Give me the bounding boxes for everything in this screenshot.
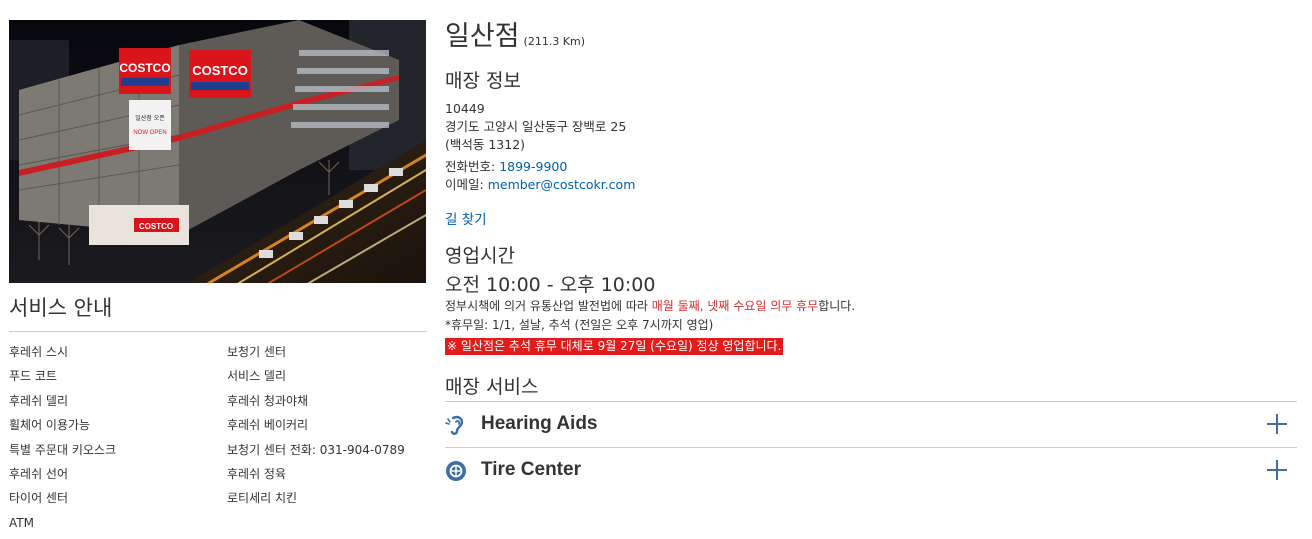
hearing-icon — [445, 414, 467, 436]
store-address: 10449 경기도 고양시 일산동구 장백로 25 (백석동 1312) — [445, 100, 1297, 154]
email-label: 이메일: — [445, 177, 484, 192]
service-item: 휠체어 이용가능 — [9, 418, 91, 433]
email-row: 이메일: member@costcokr.com — [445, 176, 1297, 194]
service-item: 후레쉬 청과야채 — [227, 393, 309, 408]
sign-brand-left: COSTCO — [119, 61, 170, 75]
hours-main: 오전 10:00 - 오후 10:00 — [445, 274, 656, 296]
service-item: 특별 주문대 키오스크 — [9, 442, 116, 457]
service-item: 후레쉬 정육 — [227, 466, 287, 481]
address-line-1: 경기도 고양시 일산동구 장백로 25 — [445, 119, 627, 134]
expand-plus-icon[interactable] — [1265, 412, 1289, 436]
service-row-hearing-aids[interactable]: Hearing Aids — [445, 401, 1297, 447]
closure-notice-prefix: 정부시책에 의거 유통산업 발전법에 따라 — [445, 299, 652, 313]
tire-icon — [445, 460, 467, 482]
service-item: 보청기 센터 전화: 031-904-0789 — [227, 442, 405, 457]
store-details: 일산점 (211.3 Km) 매장 정보 10449 경기도 고양시 일산동구 장… — [445, 14, 1297, 493]
service-item: 보청기 센터 — [227, 345, 287, 359]
phone-label: 전화번호: — [445, 159, 496, 174]
service-item: ATM — [9, 515, 34, 530]
services-column-2: 보청기 센터 서비스 델리 후레쉬 청과야채 후레쉬 베이커리 보청기 센터 전… — [227, 344, 405, 515]
phone-row: 전화번호: 1899-9900 — [445, 158, 1297, 176]
store-title: 일산점 (211.3 Km) — [445, 14, 1297, 54]
store-photo: COSTCO COSTCO 일산점 오픈 NOW OPEN COSTCO — [9, 20, 426, 283]
contact-info: 전화번호: 1899-9900 이메일: member@costcokr.com — [445, 158, 1297, 194]
service-item: 후레쉬 선어 — [9, 466, 69, 481]
closure-notice: 정부시책에 의거 유통산업 발전법에 따라 매월 둘째, 넷째 수요일 의무 휴… — [445, 297, 1297, 316]
service-item: 후레쉬 베이커리 — [227, 418, 309, 433]
store-distance: (211.3 Km) — [523, 35, 586, 48]
store-services-heading: 매장 서비스 — [445, 376, 539, 398]
store-name: 일산점 — [445, 21, 520, 52]
service-item: 푸드 코트 — [9, 369, 57, 384]
store-info-heading: 매장 정보 — [445, 70, 521, 92]
sign-brand-entrance: COSTCO — [139, 222, 173, 231]
holiday-notice: *휴무일: 1/1, 설날, 추석 (전일은 오후 7시까지 영업) — [445, 318, 714, 332]
service-item: 후레쉬 스시 — [9, 345, 69, 359]
directions-link[interactable]: 길 찾기 — [445, 210, 1297, 230]
phone-link[interactable]: 1899-9900 — [499, 159, 567, 174]
left-column: COSTCO COSTCO 일산점 오픈 NOW OPEN COSTCO 서비스… — [9, 20, 427, 530]
closure-notice-suffix: 합니다. — [818, 299, 856, 313]
service-item: 후레쉬 델리 — [9, 393, 69, 408]
email-link[interactable]: member@costcokr.com — [488, 177, 636, 192]
banner-line2: NOW OPEN — [133, 130, 166, 136]
closure-notice-highlight: 매월 둘째, 넷째 수요일 의무 휴무 — [651, 299, 819, 313]
services-heading: 서비스 안내 — [9, 293, 427, 332]
hours-heading: 영업시간 — [445, 245, 515, 267]
services-column-1: 후레쉬 스시 푸드 코트 후레쉬 델리 휠체어 이용가능 특별 주문대 키오스크… — [9, 344, 116, 539]
postal-code: 10449 — [445, 101, 485, 116]
address-line-2: (백석동 1312) — [445, 137, 526, 152]
special-notice: ※ 일산점은 추석 휴무 대체로 9월 27일 (수요일) 정상 영업합니다. — [445, 338, 784, 355]
service-label: Tire Center — [481, 459, 581, 480]
service-item: 서비스 델리 — [227, 369, 287, 384]
expand-plus-icon[interactable] — [1265, 458, 1289, 482]
service-item: 로티세리 치킨 — [227, 491, 298, 506]
service-item: 타이어 센터 — [9, 491, 69, 506]
banner-line1: 일산점 오픈 — [135, 114, 165, 122]
service-label: Hearing Aids — [481, 413, 598, 434]
service-row-tire-center[interactable]: Tire Center — [445, 447, 1297, 493]
sign-brand-right: COSTCO — [192, 63, 248, 78]
